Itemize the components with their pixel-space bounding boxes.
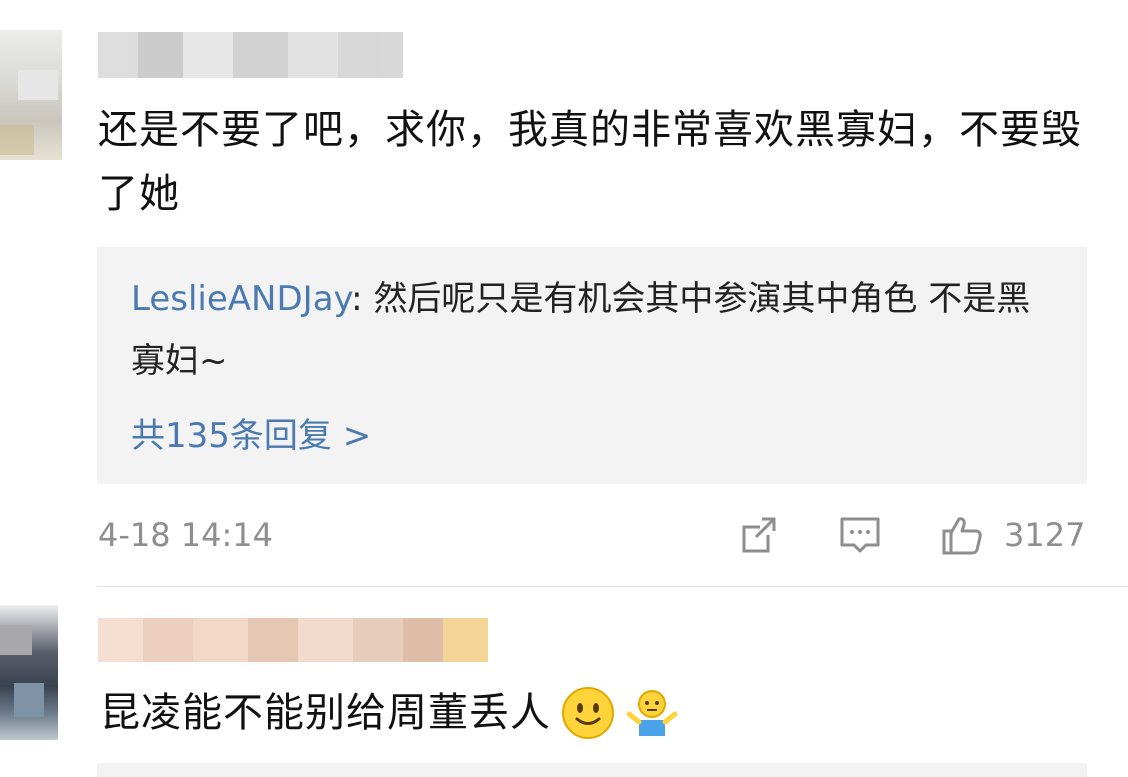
reply-author[interactable]: LeslieANDJay <box>131 279 351 319</box>
comment-icon[interactable] <box>838 513 882 557</box>
reply-preview-box[interactable] <box>97 763 1087 777</box>
user-avatar[interactable] <box>0 30 62 160</box>
comment-text: 还是不要了吧，求你，我真的非常喜欢黑寡妇，不要毁了她 <box>98 107 1082 217</box>
smiley-face-emoji <box>562 687 614 739</box>
thumbs-up-icon[interactable] <box>940 513 984 557</box>
reply-separator: : <box>351 279 374 319</box>
user-avatar[interactable] <box>0 605 58 740</box>
view-all-replies-link[interactable]: 共135条回复 > <box>131 408 371 464</box>
reply-preview[interactable]: LeslieANDJay: 然后呢只是有机会其中参演其中角色 不是黑寡妇~ <box>131 268 1031 392</box>
comment-divider <box>97 586 1128 587</box>
comment-timestamp: 4-18 14:14 <box>98 516 274 554</box>
comment-text: 昆凌能不能别给周董丢人 <box>100 690 551 736</box>
shrug-emoji <box>626 690 678 736</box>
username-blurred[interactable] <box>98 618 493 662</box>
like-count: 3127 <box>1004 516 1086 554</box>
share-icon[interactable] <box>738 513 782 557</box>
comment-text-2: 昆凌能不能别给周董丢人 <box>100 681 1100 745</box>
username-blurred[interactable] <box>98 32 403 78</box>
